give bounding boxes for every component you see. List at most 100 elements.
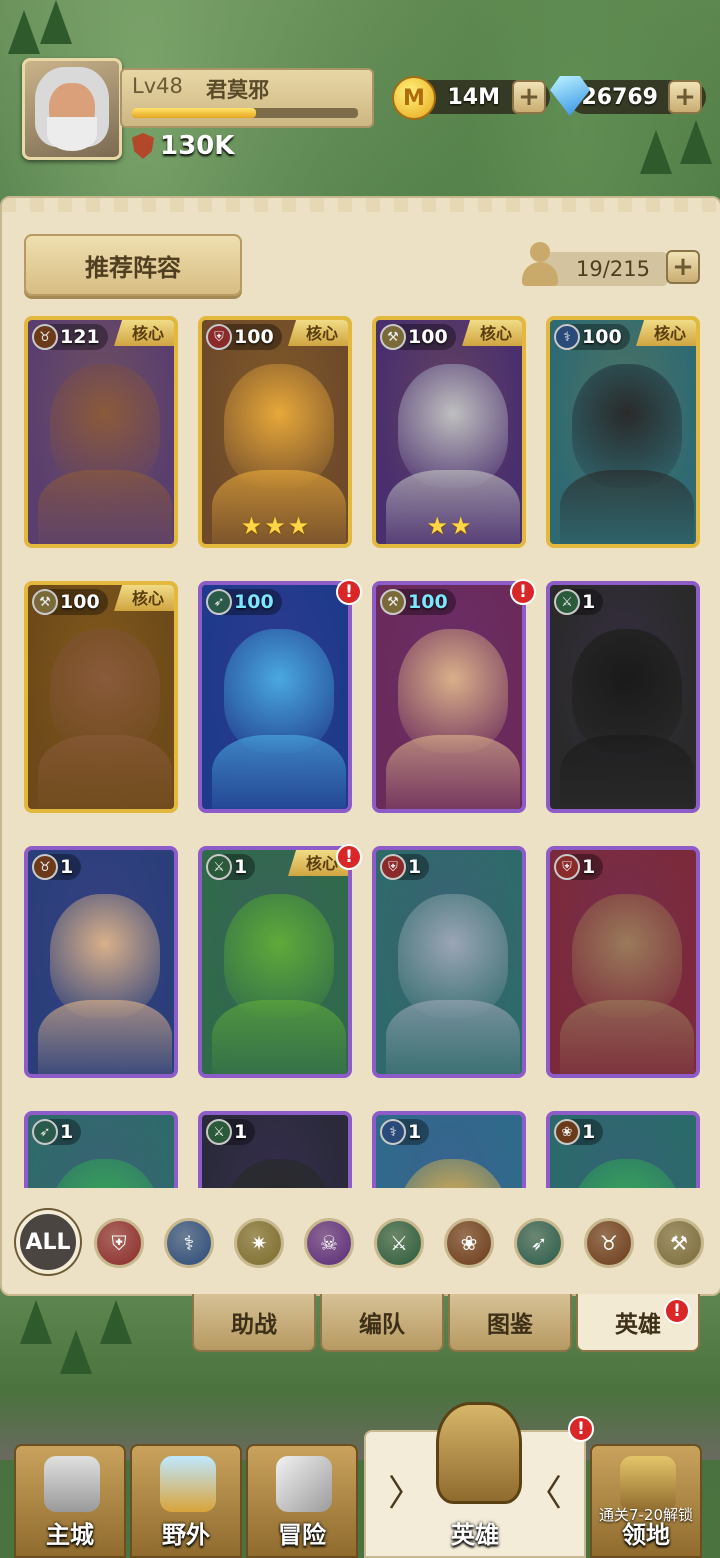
core-tag: 核心 (114, 320, 174, 346)
nav-territory-label: 领地 (622, 1521, 670, 1549)
hero-level: 1 (60, 856, 74, 878)
hero-level: 100 (408, 326, 448, 348)
hero-level-badge: ♉ 121 (32, 324, 108, 350)
hero-card[interactable]: ➶ 1 (24, 1111, 178, 1188)
player-avatar[interactable] (22, 58, 122, 160)
chevron-left-icon: 〈 (525, 1473, 562, 1514)
hero-level: 100 (408, 591, 448, 613)
add-gems-button[interactable]: + (668, 80, 702, 114)
filter-shield-icon[interactable]: ⛨ (94, 1218, 144, 1268)
combat-power: 130K (132, 130, 234, 162)
nav-city-label: 主城 (46, 1521, 94, 1549)
gem-counter: 26769 + (568, 80, 706, 114)
hero-card[interactable]: ⛨ 1 (546, 846, 700, 1078)
hero-card[interactable]: ⛨ 100 核心 ★ ★ ★ (198, 316, 352, 548)
tab-2[interactable]: 图鉴 (448, 1294, 572, 1352)
tree-decoration (60, 1330, 92, 1374)
hero-level: 100 (582, 326, 622, 348)
filter-bow-icon[interactable]: ➶ (514, 1218, 564, 1268)
sub-tab-bar: 助战 编队 图鉴 英雄! (192, 1294, 704, 1354)
ox-skull-icon: ♉ (32, 854, 58, 880)
filter-holy-emblem-icon[interactable]: ✷ (234, 1218, 284, 1268)
tab-label: 助战 (231, 1312, 277, 1338)
nav-hero-label: 英雄 (451, 1521, 499, 1549)
hero-level-badge: ⚕ 1 (380, 1119, 430, 1145)
nav-adventure-label: 冒险 (278, 1521, 326, 1549)
hero-card[interactable]: ⚔ 1 (546, 581, 700, 813)
player-info-box: Lv48 君莫邪 (120, 68, 374, 128)
filter-skull-icon[interactable]: ☠ (304, 1218, 354, 1268)
hero-level-badge: ♉ 1 (32, 854, 82, 880)
hero-level: 1 (60, 1121, 74, 1143)
hero-card[interactable]: ⚒ 100 核心 ★ ★ (372, 316, 526, 548)
hero-card[interactable]: ♉ 121 核心 (24, 316, 178, 548)
expand-hero-slots-button[interactable]: + (666, 250, 700, 284)
tab-3[interactable]: 英雄! (576, 1294, 700, 1352)
hero-body (560, 735, 694, 809)
tree-decoration (8, 10, 40, 54)
hero-card[interactable]: ➶ 100 (198, 581, 352, 813)
person-icon (522, 242, 558, 288)
filter-all-button[interactable]: ALL (16, 1210, 80, 1274)
hero-card[interactable]: ❀ 1 (546, 1111, 700, 1188)
xp-bar-fill (132, 108, 257, 118)
shield-icon: ⛨ (206, 324, 232, 350)
gold-coin-icon: M (392, 76, 436, 120)
hero-alert-badge: ! (336, 844, 362, 870)
crossed-swords-icon (276, 1456, 332, 1512)
tab-1[interactable]: 编队 (320, 1294, 444, 1352)
nav-adventure-button[interactable]: 冒险 (246, 1444, 358, 1558)
core-tag: 核心 (288, 320, 348, 346)
hero-level-badge: ❀ 1 (554, 1119, 604, 1145)
hero-card[interactable]: ⚒ 100 (372, 581, 526, 813)
nav-wild-label: 野外 (162, 1521, 210, 1549)
core-tag: 核心 (114, 585, 174, 611)
tab-0[interactable]: 助战 (192, 1294, 316, 1352)
hero-level: 1 (408, 1121, 422, 1143)
hero-card[interactable]: ⚔ 1 核心 (198, 846, 352, 1078)
hero-level-badge: ⚔ 1 (206, 1119, 256, 1145)
player-name: 君莫邪 (206, 78, 269, 102)
player-level: Lv48 (132, 74, 183, 98)
hero-level: 1 (234, 856, 248, 878)
hero-body (560, 470, 694, 544)
hero-card[interactable]: ⚕ 100 核心 (546, 316, 700, 548)
avatar-beard (47, 117, 97, 151)
filter-crossed-blades-icon[interactable]: ⚔ (374, 1218, 424, 1268)
hero-level: 1 (582, 856, 596, 878)
hero-level-badge: ⚒ 100 (380, 589, 456, 615)
power-value: 130K (160, 131, 235, 161)
power-shield-icon (132, 133, 154, 159)
chevron-right-icon: 〉 (388, 1473, 425, 1514)
nav-city-button[interactable]: 主城 (14, 1444, 126, 1558)
nav-hero-button[interactable]: 〉 〈 英雄 ! (364, 1402, 594, 1558)
filter-ox-skull-icon[interactable]: ♉ (584, 1218, 634, 1268)
hero-body (38, 1000, 172, 1074)
filter-paw-icon[interactable]: ❀ (444, 1218, 494, 1268)
hero-card[interactable]: ♉ 1 (24, 846, 178, 1078)
hero-body (386, 735, 520, 809)
gem-value: 26769 (581, 84, 658, 110)
star-icon: ★ (426, 512, 448, 540)
tab-label: 英雄 (615, 1312, 661, 1338)
crossed-blades-icon: ⚔ (554, 589, 580, 615)
nav-territory-button[interactable]: 通关7-20解锁 领地 (590, 1444, 702, 1558)
filter-war-axe-icon[interactable]: ⚒ (654, 1218, 704, 1268)
war-axe-icon: ⚒ (32, 589, 58, 615)
add-gold-button[interactable]: + (512, 80, 546, 114)
hero-level-badge: ➶ 100 (206, 589, 282, 615)
hero-card[interactable]: ⚕ 1 (372, 1111, 526, 1188)
hero-card[interactable]: ⚔ 1 (198, 1111, 352, 1188)
filter-staff-icon[interactable]: ⚕ (164, 1218, 214, 1268)
hero-body (212, 735, 346, 809)
nav-wild-button[interactable]: 野外 (130, 1444, 242, 1558)
tab-alert-badge: ! (664, 1298, 690, 1324)
hero-card[interactable]: ⚒ 100 核心 (24, 581, 178, 813)
floating-island-icon (160, 1456, 216, 1512)
nav-hero-alert-badge: ! (568, 1416, 594, 1442)
recommend-lineup-button[interactable]: 推荐阵容 (24, 234, 242, 296)
hero-card[interactable]: ⛨ 1 (372, 846, 526, 1078)
hero-body (38, 470, 172, 544)
bow-icon: ➶ (206, 589, 232, 615)
hero-alert-badge: ! (510, 579, 536, 605)
